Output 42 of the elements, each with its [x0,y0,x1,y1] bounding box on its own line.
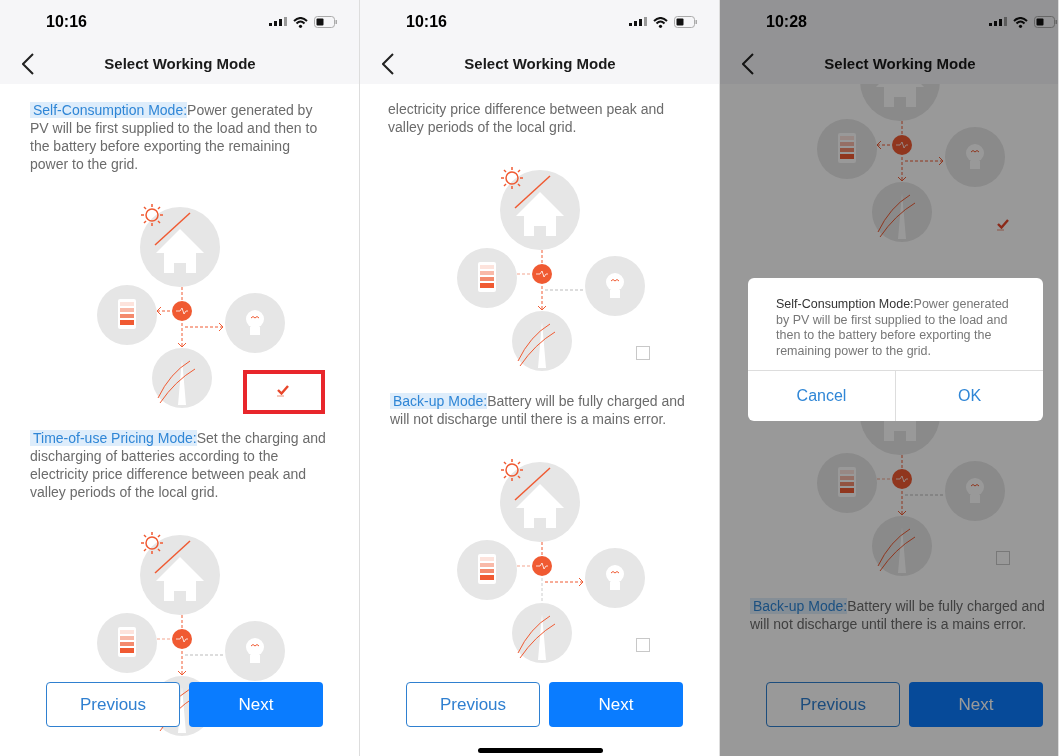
battery-flow-line [876,478,891,480]
next-button[interactable]: Next [189,682,323,727]
back-button[interactable] [22,52,36,76]
mode-description: electricity price difference between peak and valley periods of the local grid. [387,100,665,136]
load-flow-line [544,289,584,291]
battery-icon [674,16,698,28]
page-title: Select Working Mode [824,53,976,74]
checkbox[interactable] [636,346,650,360]
mode-description: Back-up Mode:Battery will be fully charged and will not discharge until there is a mains error. [389,392,686,428]
battery-flow-line [516,273,531,275]
mode-description: Time-of-use Pricing Mode:Set the charging and discharging of batteries according to the electricity price difference between peak and valley periods of the local grid. [29,429,327,501]
previous-button[interactable]: Previous [406,682,540,727]
status-time: 10:28 [766,12,807,32]
battery-icon [1034,16,1058,28]
dialog-message: Self-Consumption Mode:Power generated by PV will be first supplied to the load and then to the battery before exporting the remaining power to the grid. [775,296,1010,360]
back-button[interactable] [382,52,396,76]
checkbox[interactable] [636,638,650,652]
next-button[interactable]: Next [549,682,683,727]
mode-description: Self-Consumption Mode:Power generated by PV will be first supplied to the load and then to the battery before exporting the remaining power to the grid. [29,101,319,173]
ok-button[interactable]: OK [895,371,1043,421]
next-button[interactable]: Next [909,682,1043,727]
status-time: 10:16 [406,12,447,32]
signal-icon [269,16,287,28]
battery-flow-line [156,638,171,640]
battery-icon [314,16,338,28]
page-title: Select Working Mode [104,53,256,74]
wifi-icon [293,16,308,28]
checkbox[interactable] [276,383,290,397]
load-flow-line [184,654,224,656]
status-time: 10:16 [46,12,87,32]
cancel-button[interactable]: Cancel [748,371,895,421]
checkbox[interactable] [996,217,1010,231]
battery-flow-line [516,565,531,567]
page-title: Select Working Mode [464,53,616,74]
wifi-icon [1013,16,1028,28]
signal-icon [989,16,1007,28]
mode-description: Back-up Mode:Battery will be fully charged and will not discharge until there is a mains error. [749,597,1046,633]
checkbox[interactable] [996,551,1010,565]
signal-icon [629,16,647,28]
previous-button[interactable]: Previous [766,682,900,727]
back-button[interactable] [742,52,756,76]
wifi-icon [653,16,668,28]
